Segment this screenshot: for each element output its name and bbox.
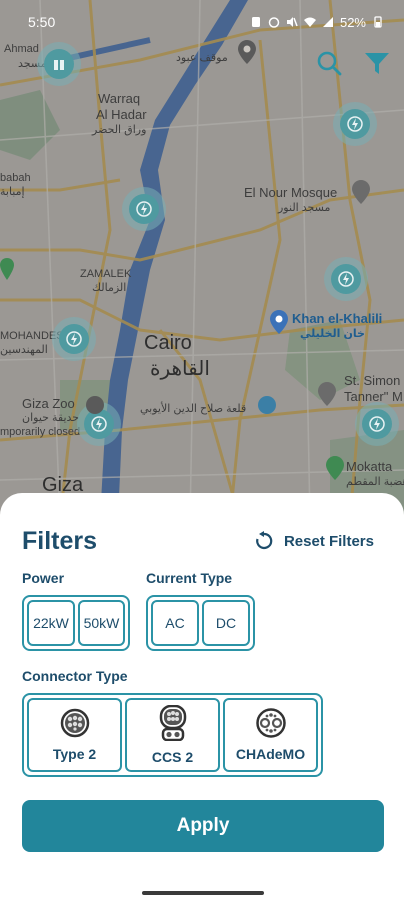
map-label: قلعة صلاح الدين الأيوبي — [140, 403, 247, 415]
connector-option-ccs2[interactable]: CCS 2 — [125, 698, 220, 772]
map-label: حديقة حيوان — [22, 412, 80, 424]
status-time: 5:50 — [28, 14, 56, 30]
power-option-22kw[interactable]: 22kW — [27, 600, 75, 646]
current-option-dc[interactable]: DC — [202, 600, 250, 646]
map-label: موقف عبود — [176, 52, 228, 64]
type2-connector-icon — [60, 708, 89, 738]
landmark-marker-icon[interactable] — [270, 310, 288, 334]
search-icon[interactable] — [316, 50, 342, 76]
map-label-cairo-ar: القاهرة — [150, 358, 210, 380]
status-bar: 5:50 52% — [0, 0, 404, 44]
map-label: إمبابة — [0, 186, 25, 198]
connector-type-options: Type 2 CCS 2 CHAdeMO — [22, 693, 323, 777]
chademo-connector-icon — [255, 708, 286, 738]
bolt-icon — [369, 416, 385, 432]
map-label: Khan el-Khalili — [292, 311, 383, 326]
wifi-icon — [303, 17, 316, 27]
ccs2-connector-icon — [159, 705, 186, 741]
zoo-marker-icon[interactable] — [86, 396, 104, 414]
battery-percent: 52% — [339, 14, 366, 30]
battery-icon — [374, 16, 382, 28]
connector-option-type2[interactable]: Type 2 — [27, 698, 122, 772]
status-icons: 52% — [250, 15, 384, 30]
signal-icon — [322, 17, 333, 27]
ev-station-pin[interactable] — [52, 317, 96, 361]
bolt-icon — [136, 201, 152, 217]
map-label: هضبة المقطم — [346, 476, 404, 488]
map-label-cairo: Cairo — [144, 332, 192, 354]
connector-type-label: Connector Type — [22, 668, 128, 684]
connector-label: CCS 2 — [151, 749, 194, 765]
map-label: خان الخليلي — [300, 328, 365, 340]
ev-station-pin[interactable] — [122, 187, 166, 231]
map-label: Giza Zoo — [22, 396, 75, 411]
map-label: Mokatta — [346, 459, 393, 474]
connector-label: CHAdeMO — [235, 746, 306, 762]
map-label: مسجد النور — [278, 202, 331, 214]
ev-station-pin[interactable] — [324, 257, 368, 301]
map-label: Warraq — [98, 91, 141, 106]
reset-icon — [256, 531, 273, 550]
bolt-icon — [347, 116, 363, 132]
map-view[interactable]: Ahmad مسجد موقف عبود Warraq Al Hadar ورا… — [0, 0, 404, 520]
current-type-label: Current Type — [146, 570, 233, 586]
map-label: الزمالك — [92, 282, 127, 294]
reset-filters-button[interactable]: Reset Filters — [254, 531, 374, 551]
museum-marker-icon[interactable] — [258, 396, 276, 414]
notification-icon — [251, 17, 260, 27]
current-type-options: AC DC — [146, 595, 255, 651]
map-top-actions — [316, 50, 390, 76]
power-option-50kw[interactable]: 50kW — [78, 600, 125, 646]
reset-filters-label: Reset Filters — [283, 532, 374, 550]
ev-station-pin[interactable] — [355, 402, 399, 446]
home-indicator[interactable] — [142, 891, 264, 895]
filters-sheet: Filters Reset Filters Power 22kW 50kW Cu… — [0, 493, 404, 885]
map-label: Ahmad — [4, 43, 39, 55]
map-label: babah — [0, 172, 31, 184]
bolt-icon — [338, 271, 354, 287]
park-marker-icon[interactable] — [326, 456, 344, 480]
power-label: Power — [22, 570, 65, 586]
park-marker-icon[interactable] — [0, 258, 14, 280]
bolt-icon — [66, 331, 82, 347]
church-marker-icon[interactable] — [318, 382, 336, 406]
filters-title: Filters — [22, 527, 98, 555]
connector-label: Type 2 — [52, 746, 97, 762]
connector-option-chademo[interactable]: CHAdeMO — [223, 698, 318, 772]
current-option-ac[interactable]: AC — [151, 600, 199, 646]
map-label: St. Simon — [344, 373, 401, 388]
alarm-icon — [268, 17, 280, 28]
mosque-marker-icon[interactable] — [352, 180, 370, 204]
mute-icon — [286, 17, 298, 27]
power-options: 22kW 50kW — [22, 595, 130, 651]
map-label: mporarily closed — [0, 426, 81, 438]
ev-station-pin[interactable] — [333, 102, 377, 146]
map-label: المهندسين — [0, 344, 48, 356]
map-icon — [54, 60, 64, 70]
apply-button[interactable]: Apply — [22, 800, 384, 852]
map-label: وراق الحضر — [92, 124, 147, 136]
bolt-icon — [91, 416, 107, 432]
map-label: ZAMALEK — [80, 268, 132, 280]
ev-station-pin[interactable] — [37, 42, 81, 86]
filter-icon[interactable] — [364, 50, 390, 76]
map-label: El Nour Mosque — [244, 185, 338, 200]
map-label: Al Hadar — [96, 107, 147, 122]
